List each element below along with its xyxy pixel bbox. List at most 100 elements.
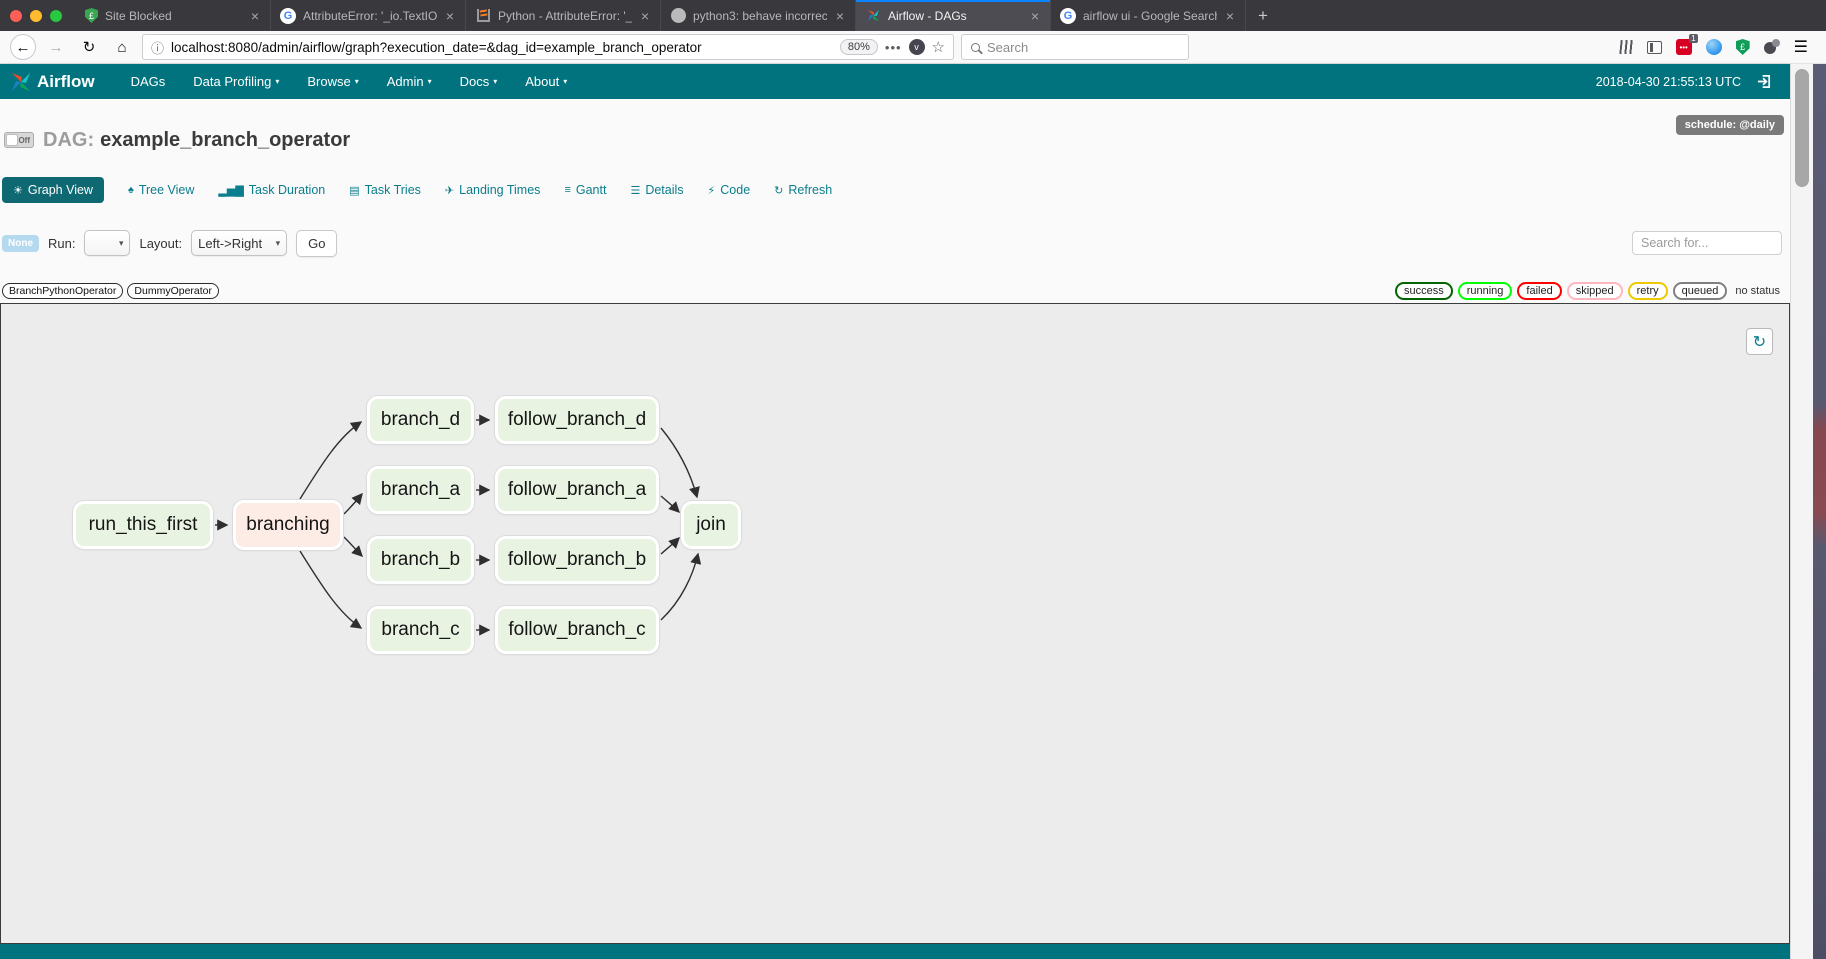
tab-close-icon[interactable]: × [639,9,651,23]
go-button[interactable]: Go [296,230,337,257]
tab-close-icon[interactable]: × [834,9,846,23]
task-node-follow-branch-c[interactable]: follow_branch_c [495,606,659,654]
cookie-extension-icon[interactable] [1764,39,1780,55]
browser-search-bar[interactable] [961,34,1189,60]
airflow-favicon-icon [865,8,881,24]
nav-item-admin[interactable]: Admin▾ [373,64,446,99]
run-label: Run: [48,236,75,251]
logout-icon[interactable] [1757,74,1772,89]
tab-task-duration[interactable]: ▂▅▇ Task Duration [218,183,325,197]
menu-hamburger-icon[interactable]: ☰ [1794,37,1808,57]
list-icon: ☰ [630,184,640,197]
task-search-input[interactable] [1632,231,1782,255]
dag-graph-canvas[interactable]: run_this_first branching branch_d follow… [0,303,1790,944]
dag-pause-toggle[interactable]: Off [4,132,34,148]
tab-title: Site Blocked [105,9,242,23]
browser-tab-python3-behave[interactable]: python3: behave incorrectly mo × [661,0,856,31]
sidebar-icon[interactable] [1647,41,1662,54]
page-content: Off DAG: example_branch_operator schedul… [0,99,1790,959]
layout-select[interactable]: Left->Right ▾ [191,230,287,256]
status-badge-failed: failed [1517,282,1561,300]
toggle-knob [6,134,18,146]
task-node-follow-branch-d[interactable]: follow_branch_d [495,396,659,444]
back-icon[interactable]: ← [10,34,36,60]
tab-task-tries[interactable]: ▤ Task Tries [349,183,421,197]
status-badge-queued: queued [1673,282,1728,300]
github-favicon-icon [670,8,686,24]
tab-landing-times[interactable]: ✈ Landing Times [445,183,541,197]
site-info-icon[interactable]: ⓘ [151,38,164,57]
new-tab-button[interactable]: + [1246,0,1280,31]
task-node-branch-d[interactable]: branch_d [367,396,474,444]
url-bar[interactable]: ⓘ 80% ••• v ☆ [142,34,954,60]
tab-title: AttributeError: '_io.TextIOWrapp [303,9,437,23]
url-input[interactable] [171,40,833,55]
background-window-strip [1813,64,1826,959]
tab-details[interactable]: ☰ Details [630,183,683,197]
tab-close-icon[interactable]: × [249,9,261,23]
task-node-run-this-first[interactable]: run_this_first [73,501,213,549]
bar-chart-icon: ▂▅▇ [218,184,243,197]
window-close-button[interactable] [10,10,22,22]
view-tabs: ☀ Graph View ♠ Tree View ▂▅▇ Task Durati… [2,177,832,203]
graph-view-icon: ☀ [13,184,23,197]
browser-tab-airflow-dags[interactable]: Airflow - DAGs × [856,0,1051,31]
task-node-follow-branch-a[interactable]: follow_branch_a [495,466,659,514]
airflow-logo-icon [10,71,32,93]
home-icon[interactable]: ⌂ [109,34,135,60]
nav-item-dags[interactable]: DAGs [117,64,180,99]
task-node-branch-c[interactable]: branch_c [367,606,474,654]
reload-icon[interactable]: ↻ [76,34,102,60]
status-badge-retry: retry [1628,282,1668,300]
scrollbar-thumb[interactable] [1795,69,1809,187]
blue-extension-icon[interactable] [1706,39,1722,55]
window-zoom-button[interactable] [50,10,62,22]
graph-refresh-button[interactable]: ↻ [1746,328,1773,355]
browser-tab-bar: £ Site Blocked × G AttributeError: '_io.… [0,0,1826,31]
pocket-icon[interactable]: v [909,39,925,55]
nav-item-browse[interactable]: Browse▾ [293,64,372,99]
status-badge-no-status: no status [1735,285,1780,297]
nav-item-docs[interactable]: Docs▾ [446,64,512,99]
browser-tab-google-search[interactable]: G airflow ui - Google Search × [1051,0,1246,31]
library-icon[interactable] [1619,40,1633,54]
toolbar-extensions: ••• 1 £ ☰ [1620,37,1816,57]
shield-favicon-icon: £ [85,8,98,23]
adblock-shield-icon[interactable]: £ [1736,39,1750,55]
window-scrollbar[interactable] [1790,64,1813,959]
status-legend: success running failed skipped retry que… [1395,282,1780,300]
nav-item-data-profiling[interactable]: Data Profiling▾ [179,64,293,99]
task-node-branching[interactable]: branching [233,500,343,550]
tab-tree-view[interactable]: ♠ Tree View [128,183,194,197]
zoom-level-badge[interactable]: 80% [840,39,878,55]
run-select[interactable]: ▾ [84,230,130,256]
page-actions-icon[interactable]: ••• [885,40,902,55]
airflow-brand[interactable]: Airflow [10,71,95,93]
forward-icon[interactable]: → [43,34,69,60]
task-node-branch-a[interactable]: branch_a [367,466,474,514]
google-favicon-icon: G [1060,8,1076,24]
chevron-down-icon: ▾ [119,238,124,249]
browser-search-input[interactable] [987,40,1179,55]
password-manager-extension-icon[interactable]: ••• 1 [1676,39,1692,55]
bookmark-star-icon[interactable]: ☆ [932,38,945,56]
chevron-down-icon: ▾ [276,238,281,249]
extension-badge: 1 [1689,34,1697,43]
task-node-join[interactable]: join [681,501,741,549]
tab-code[interactable]: ⚡ Code [708,183,751,197]
tab-close-icon[interactable]: × [444,9,456,23]
window-minimize-button[interactable] [30,10,42,22]
tree-icon: ♠ [128,184,134,196]
task-node-follow-branch-b[interactable]: follow_branch_b [495,536,659,584]
tab-graph-view[interactable]: ☀ Graph View [2,177,104,203]
nav-item-about[interactable]: About▾ [511,64,581,99]
tab-refresh[interactable]: ↻ Refresh [774,183,832,197]
browser-tab-attributeerror[interactable]: G AttributeError: '_io.TextIOWrapp × [271,0,466,31]
browser-tab-site-blocked[interactable]: £ Site Blocked × [76,0,271,31]
task-node-branch-b[interactable]: branch_b [367,536,474,584]
browser-tab-python-attributeerror[interactable]: Python - AttributeError: '_io.Tex × [466,0,661,31]
tab-gantt[interactable]: ≡ Gantt [564,183,606,197]
chevron-down-icon: ▾ [428,77,432,86]
tab-close-icon[interactable]: × [1029,9,1041,23]
tab-close-icon[interactable]: × [1224,9,1236,23]
